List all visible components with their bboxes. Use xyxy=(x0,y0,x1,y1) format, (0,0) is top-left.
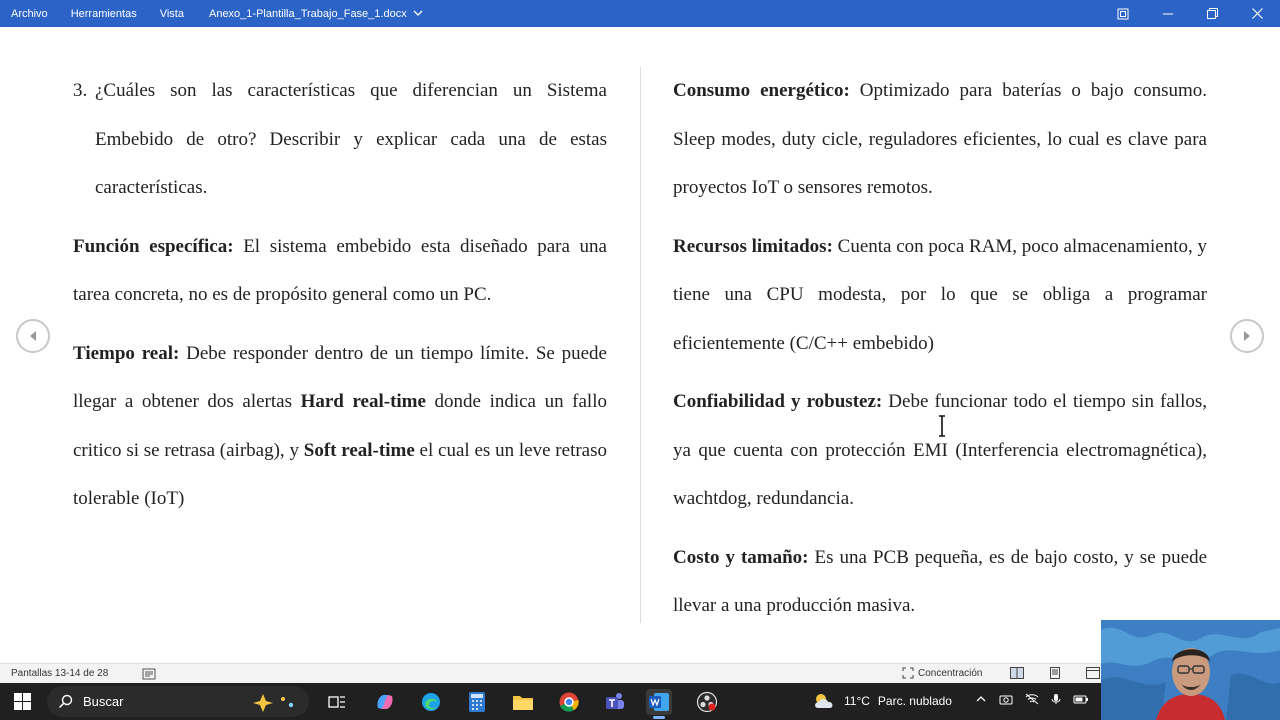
paragraph-recursos-limitados: Recursos limitados: Cuenta con poca RAM,… xyxy=(673,223,1207,369)
copilot-icon xyxy=(377,694,393,710)
restore-button[interactable] xyxy=(1190,0,1235,27)
folder-icon xyxy=(513,696,533,710)
battery-icon[interactable] xyxy=(1073,693,1089,705)
text-cursor-icon xyxy=(939,415,945,437)
focus-label: Concentración xyxy=(918,667,983,679)
active-app-indicator xyxy=(653,716,665,719)
menu-herramientas[interactable]: Herramientas xyxy=(60,8,137,20)
chrome-icon xyxy=(559,692,579,712)
focus-mode-button[interactable] xyxy=(1100,0,1145,27)
chevron-left-icon xyxy=(30,331,36,341)
close-button[interactable] xyxy=(1235,0,1280,27)
calculator-icon xyxy=(469,692,485,712)
teams-icon xyxy=(606,693,624,709)
bold-heading: Confiabilidad y robustez: xyxy=(673,391,883,412)
window-controls xyxy=(1100,0,1280,27)
accessibility-check-icon[interactable] xyxy=(142,668,156,680)
taskbar: Buscar 11°C Parc. nublado xyxy=(0,683,1280,720)
next-page-button[interactable] xyxy=(1230,319,1264,353)
left-page: 3. ¿Cuáles son las características que d… xyxy=(73,67,607,534)
menu-archivo[interactable]: Archivo xyxy=(0,8,48,20)
system-tray xyxy=(975,693,1089,705)
focus-mode-toggle[interactable]: Concentración xyxy=(902,667,982,679)
task-view-icon xyxy=(328,696,345,708)
bold-heading: Costo y tamaño: xyxy=(673,546,809,568)
search-label: Buscar xyxy=(83,694,124,709)
print-layout-icon[interactable] xyxy=(1048,667,1062,679)
webcam-overlay xyxy=(1101,620,1280,720)
paragraph-consumo-energetico: Consumo energético: Optimizado para bate… xyxy=(673,67,1207,213)
obs-recording-icon xyxy=(696,691,718,713)
chrome-app-button[interactable] xyxy=(556,689,582,715)
weather-description: Parc. nublado xyxy=(877,694,952,708)
windows-start-icon[interactable] xyxy=(14,693,31,710)
question-number: 3. xyxy=(73,80,88,101)
taskbar-search[interactable]: Buscar xyxy=(47,686,309,717)
paragraph-tiempo-real: Tiempo real: Debe responder dentro de un… xyxy=(73,330,607,524)
chevron-down-icon xyxy=(413,10,423,16)
task-view-button[interactable] xyxy=(324,689,350,715)
paragraph-costo-tamano: Costo y tamaño: Es una PCB pequeña, es d… xyxy=(673,534,1207,631)
chevron-right-icon xyxy=(1244,331,1250,341)
page-divider xyxy=(640,67,641,623)
weather-widget[interactable]: 11°C Parc. nublado xyxy=(812,692,952,710)
close-icon xyxy=(1252,8,1263,19)
page-count: Pantallas 13-14 de 28 xyxy=(11,668,109,679)
bold-heading: Consumo energético: xyxy=(673,80,850,101)
copilot-search-highlight-icon xyxy=(253,694,294,712)
bold-heading: Tiempo real: xyxy=(73,342,180,364)
microphone-icon[interactable] xyxy=(1051,693,1061,705)
wifi-off-icon[interactable] xyxy=(1025,693,1039,705)
right-page: Consumo energético: Optimizado para bate… xyxy=(673,67,1207,641)
copilot-app-button[interactable] xyxy=(372,689,398,715)
weather-temperature: 11°C xyxy=(844,694,870,708)
chevron-up-icon[interactable] xyxy=(975,693,987,705)
calculator-app-button[interactable] xyxy=(464,689,490,715)
paragraph-funcion-especifica: Función específica: El sistema embebido … xyxy=(73,223,607,320)
fullscreen-icon xyxy=(1117,8,1128,19)
partly-cloudy-icon xyxy=(815,694,833,708)
menu-vista[interactable]: Vista xyxy=(149,8,184,20)
title-bar: Archivo Herramientas Vista Anexo_1-Plant… xyxy=(0,0,1280,27)
bold-term-soft-real-time: Soft real-time xyxy=(303,439,415,461)
question-item: 3. ¿Cuáles son las características que d… xyxy=(73,67,607,213)
bold-term-hard-real-time: Hard real-time xyxy=(300,391,426,412)
previous-page-button[interactable] xyxy=(16,319,50,353)
read-mode-icon[interactable] xyxy=(1010,667,1024,679)
minimize-button[interactable] xyxy=(1145,0,1190,27)
edge-app-button[interactable] xyxy=(418,689,444,715)
obs-app-button[interactable] xyxy=(694,689,720,715)
question-text: ¿Cuáles son las características que dife… xyxy=(95,80,607,198)
bold-heading: Recursos limitados: xyxy=(673,235,833,257)
word-app-button[interactable] xyxy=(646,689,672,719)
paragraph-confiabilidad: Confiabilidad y robustez: Debe funcionar… xyxy=(673,378,1207,524)
status-bar: Pantallas 13-14 de 28 Concentración xyxy=(0,663,1280,683)
search-icon xyxy=(58,694,73,709)
bold-heading: Función específica: xyxy=(73,235,234,257)
minimize-icon xyxy=(1162,13,1173,14)
document-name: Anexo_1-Plantilla_Trabajo_Fase_1.docx xyxy=(208,7,407,20)
webcam-presenter-image xyxy=(1101,620,1280,720)
edge-browser-icon xyxy=(422,693,440,711)
focus-icon xyxy=(902,667,914,679)
restore-icon xyxy=(1207,8,1218,19)
file-explorer-button[interactable] xyxy=(510,689,536,715)
web-layout-icon[interactable] xyxy=(1086,667,1100,679)
document-name-dropdown[interactable]: Anexo_1-Plantilla_Trabajo_Fase_1.docx xyxy=(198,8,423,20)
camera-tray-icon[interactable] xyxy=(999,693,1013,705)
reading-view: 3. ¿Cuáles son las características que d… xyxy=(0,27,1280,663)
word-icon xyxy=(649,693,669,711)
teams-app-button[interactable] xyxy=(602,689,628,715)
